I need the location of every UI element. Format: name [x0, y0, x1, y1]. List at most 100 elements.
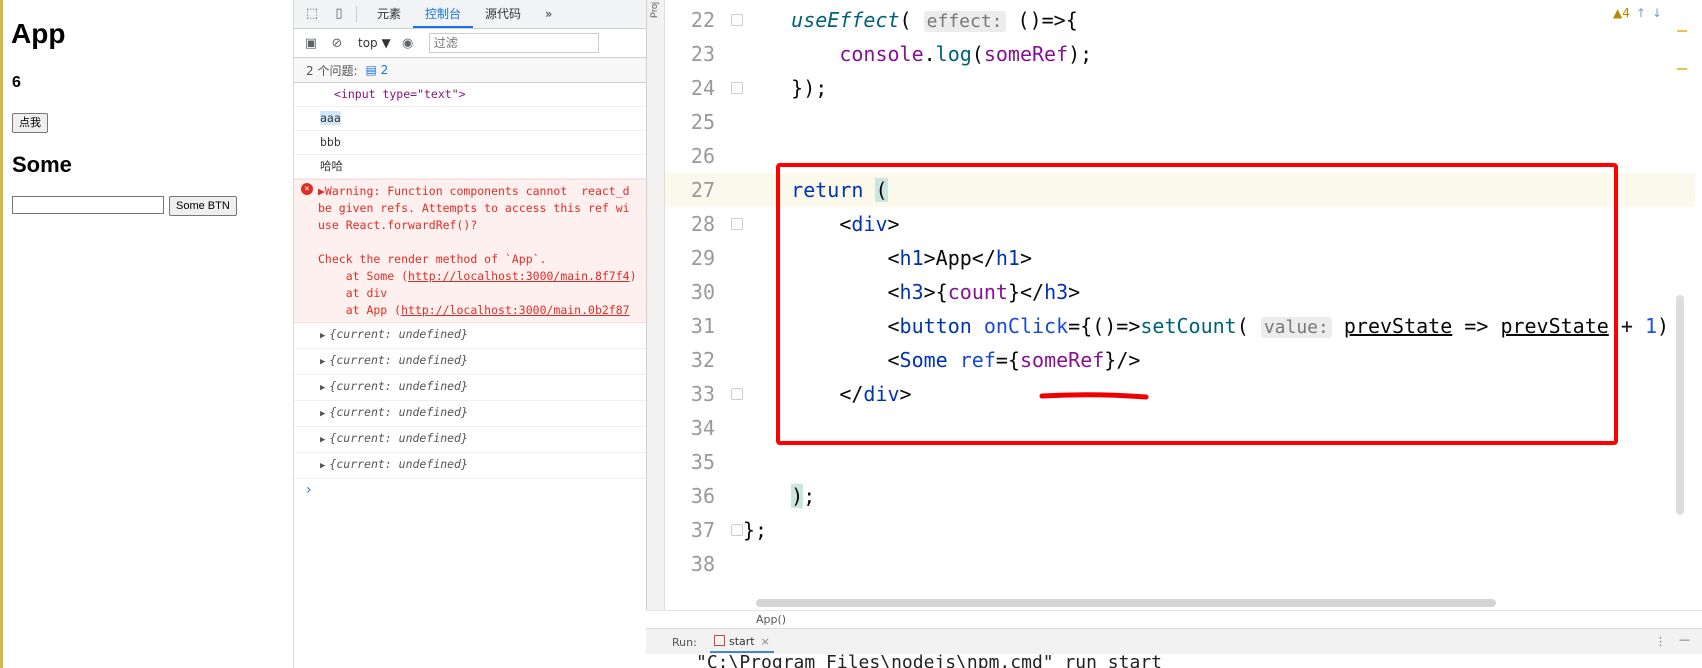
some-heading: Some	[12, 152, 72, 177]
object-text: {current: undefined}	[329, 379, 468, 393]
some-input[interactable]	[12, 196, 164, 214]
terminal-output: "C:\Program Files\nodejs\npm.cmd" run st…	[646, 654, 1702, 668]
breadcrumb: App()	[646, 610, 1702, 629]
object-text: {current: undefined}	[329, 405, 468, 419]
line-number: 29	[690, 246, 715, 270]
object-text: {current: undefined}	[329, 353, 468, 367]
log-object[interactable]: ▶ {current: undefined}	[294, 453, 646, 479]
issues-bar[interactable]: 2 个问题: ▤ 2	[294, 58, 646, 83]
code-text: useEffect( effect: ()=>{	[791, 8, 1078, 32]
expand-icon[interactable]: ▶	[320, 383, 325, 393]
vertical-scrollbar[interactable]	[1676, 295, 1684, 515]
code-line: 36 );	[665, 479, 1695, 513]
log-object[interactable]: ▶ {current: undefined}	[294, 323, 646, 349]
line-number: 22	[690, 8, 715, 32]
code-text: });	[743, 76, 828, 100]
increment-button[interactable]: 点我	[12, 113, 48, 133]
expand-icon[interactable]: ▶	[320, 357, 325, 367]
arrow-down-icon[interactable]: ↓	[1652, 6, 1662, 20]
red-underline	[1039, 392, 1149, 400]
code-line: 37};	[665, 513, 1695, 547]
expand-icon[interactable]: ▶	[320, 409, 325, 419]
error-link[interactable]: http://localhost:3000/main.0b2f87	[401, 303, 629, 317]
log-object[interactable]: ▶ {current: undefined}	[294, 375, 646, 401]
console-prompt[interactable]: ›	[294, 479, 646, 498]
error-link[interactable]: http://localhost:3000/main.8f7f4	[408, 269, 630, 283]
fold-icon[interactable]	[731, 82, 743, 94]
more-tabs-button[interactable]: »	[533, 0, 564, 28]
run-label: Run:	[672, 636, 697, 649]
filter-input[interactable]	[428, 33, 599, 53]
terminal-line: "C:\Program Files\nodejs\npm.cmd" run st…	[696, 654, 1162, 668]
inspection-widget[interactable]: ▲4 ↑ ↓	[1613, 6, 1662, 20]
devtools-panel: ⬚ ▯ 元素 控制台 源代码 » ▣ ⊘ top ▼ ◉ 2 个问题: ▤ 2 …	[294, 0, 646, 668]
expand-icon[interactable]: ▶	[320, 461, 325, 471]
tab-sources[interactable]: 源代码	[473, 0, 533, 28]
breadcrumb-item[interactable]: App()	[756, 613, 786, 626]
app-preview: App 6 点我 Some Some BTN	[0, 0, 294, 668]
minimize-icon[interactable]: —	[1679, 633, 1690, 646]
line-number: 37	[690, 518, 715, 542]
object-text: {current: undefined}	[329, 431, 468, 445]
console-toolbar: ▣ ⊘ top ▼ ◉	[294, 29, 646, 58]
warning-icon: ▲4	[1613, 6, 1630, 20]
code-line: 38	[665, 547, 1695, 581]
arrow-up-icon[interactable]: ↑	[1636, 6, 1646, 20]
log-input-element[interactable]: <input type="text">	[294, 83, 646, 107]
clear-console-icon[interactable]: ⊘	[328, 36, 346, 51]
log-object[interactable]: ▶ {current: undefined}	[294, 401, 646, 427]
npm-icon	[714, 635, 725, 646]
line-number: 38	[690, 552, 715, 576]
app-title: App	[11, 18, 66, 49]
expand-icon[interactable]: ▶	[320, 331, 325, 341]
more-options-icon[interactable]: ⋮	[1655, 635, 1666, 648]
sidebar-toggle-icon[interactable]: ▣	[302, 36, 320, 51]
inspect-icon[interactable]: ⬚	[303, 5, 321, 23]
fold-icon[interactable]	[731, 524, 743, 536]
code-line: 23 console.log(someRef);	[665, 37, 1695, 71]
line-number: 31	[690, 314, 715, 338]
log-aaa: aaa	[294, 107, 646, 131]
scroll-marker	[1677, 68, 1687, 70]
fold-icon[interactable]	[731, 218, 743, 230]
line-number: 33	[690, 382, 715, 406]
fold-icon[interactable]	[731, 14, 743, 26]
tab-console[interactable]: 控制台	[413, 0, 474, 28]
run-tab-start[interactable]: start ×	[710, 633, 774, 653]
project-strip[interactable]: Proj	[647, 0, 665, 640]
highlight-box	[776, 163, 1618, 445]
line-number: 30	[690, 280, 715, 304]
object-text: {current: undefined}	[329, 327, 468, 341]
log-haha: 哈哈	[294, 155, 646, 179]
divider	[356, 6, 357, 22]
log-object[interactable]: ▶ {current: undefined}	[294, 349, 646, 375]
some-button[interactable]: Some BTN	[169, 196, 237, 216]
error-icon: ✕	[301, 183, 313, 195]
context-selector[interactable]: top ▼	[358, 36, 391, 50]
expand-icon[interactable]: ▶	[320, 435, 325, 445]
horizontal-scrollbar[interactable]	[756, 599, 1496, 607]
issues-count: 2	[380, 63, 389, 77]
scroll-marker	[1677, 30, 1687, 32]
message-icon: ▤	[365, 63, 377, 77]
log-error[interactable]: ✕ ▶Warning: Function components cannot re…	[294, 179, 646, 323]
line-number: 34	[690, 416, 715, 440]
line-number: 35	[690, 450, 715, 474]
device-toggle-icon[interactable]: ▯	[330, 5, 348, 23]
log-bbb: bbb	[294, 131, 646, 155]
code-line: 22 useEffect( effect: ()=>{	[665, 3, 1695, 37]
project-tab[interactable]: Proj	[649, 2, 659, 18]
fold-icon[interactable]	[731, 388, 743, 400]
line-number: 27	[690, 178, 715, 202]
eye-icon[interactable]: ◉	[399, 36, 417, 51]
run-toolbar: Run: start × ⋮ —	[646, 628, 1702, 655]
object-text: {current: undefined}	[329, 457, 468, 471]
tab-elements[interactable]: 元素	[365, 0, 413, 28]
line-number: 25	[690, 110, 715, 134]
line-number: 24	[690, 76, 715, 100]
close-icon[interactable]: ×	[761, 635, 770, 648]
run-tab-label: start	[729, 635, 755, 648]
code-line: 24 });	[665, 71, 1695, 105]
log-object[interactable]: ▶ {current: undefined}	[294, 427, 646, 453]
issues-badge[interactable]: ▤ 2	[366, 63, 389, 77]
